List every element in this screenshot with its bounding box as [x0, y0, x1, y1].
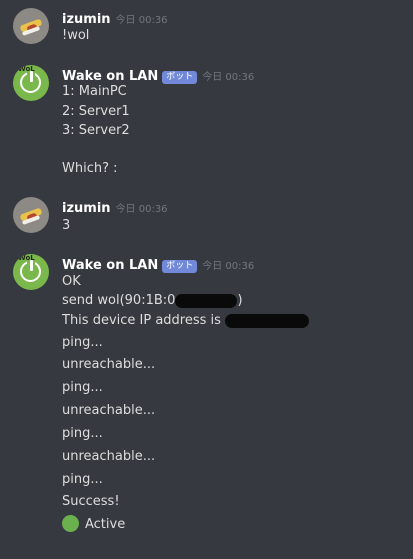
wol-close: ) — [237, 293, 243, 308]
timestamp: 今日 00:36 — [202, 261, 255, 272]
message-header: izumin 今日 00:36 — [62, 8, 168, 27]
message-header: Wake on LAN ボット 今日 00:36 — [62, 254, 254, 273]
message-text: Which? : — [62, 161, 118, 176]
ip-text: This device IP address is — [62, 313, 221, 328]
redacted-mac — [175, 293, 238, 308]
message-header: Wake on LAN ボット 今日 00:36 — [62, 65, 254, 84]
timestamp: 今日 00:36 — [115, 15, 168, 26]
username[interactable]: Wake on LAN — [62, 258, 158, 273]
bot-badge: ボット — [162, 260, 198, 273]
message-text: unreachable... — [62, 449, 156, 464]
message-text: unreachable... — [62, 357, 156, 372]
bot-avatar-label: WoL — [18, 254, 35, 262]
message-text: This device IP address is — [62, 313, 310, 328]
wol-text: send wol(90:1B:0 — [62, 293, 176, 308]
status-text: Active — [85, 517, 126, 532]
username[interactable]: izumin — [62, 201, 111, 216]
bot-avatar[interactable]: WoL — [13, 65, 49, 101]
message-text: ping... — [62, 380, 103, 395]
redacted-ip — [225, 313, 310, 328]
message-text: 3: Server2 — [62, 123, 130, 138]
user-avatar[interactable] — [13, 197, 49, 233]
message-text: ping... — [62, 426, 103, 441]
message-text: ping... — [62, 472, 103, 487]
bot-avatar[interactable]: WoL — [13, 254, 49, 290]
message-text: 1: MainPC — [62, 84, 127, 99]
timestamp: 今日 00:36 — [202, 72, 255, 83]
bot-badge: ボット — [162, 71, 198, 84]
message-text: send wol(90:1B:0) — [62, 293, 243, 308]
user-avatar[interactable] — [13, 8, 49, 44]
message-text: 3 — [62, 218, 71, 233]
bot-avatar-label: WoL — [18, 65, 35, 73]
message-text: ping... — [62, 335, 103, 350]
message-text: 2: Server1 — [62, 104, 130, 119]
message-text: OK — [62, 274, 81, 289]
message-text: !wol — [62, 28, 90, 43]
timestamp: 今日 00:36 — [115, 204, 168, 215]
status-dot-icon — [62, 515, 79, 532]
message-text: unreachable... — [62, 403, 156, 418]
message-text: Success! — [62, 494, 120, 509]
username[interactable]: Wake on LAN — [62, 69, 158, 84]
status-line: Active — [62, 515, 125, 532]
username[interactable]: izumin — [62, 12, 111, 27]
message-header: izumin 今日 00:36 — [62, 197, 168, 216]
